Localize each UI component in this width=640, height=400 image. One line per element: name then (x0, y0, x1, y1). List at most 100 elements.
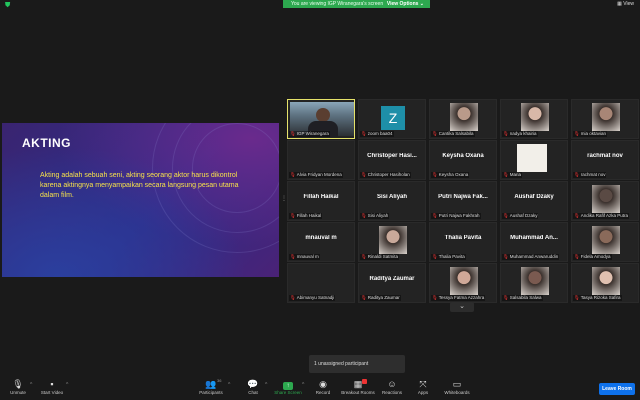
mic-muted-icon: 🎙 (574, 131, 580, 136)
meeting-toolbar: 🎙 Unmute ^ ▪ Start Video ^ 👥 Participant… (0, 376, 640, 400)
participant-name-label: 🎙IGP Wiranegara (289, 131, 330, 137)
participant-name: Andika Rafif Azka Putra (580, 213, 628, 218)
participant-display-name: Putri Najwa Fak... (438, 194, 488, 200)
participant-tile[interactable]: Sisi Aliyah 🎙Sisi Aliyah (358, 181, 426, 221)
shield-icon[interactable]: ⛊ (5, 2, 12, 9)
participant-name-label: 🎙zoom baa04 (360, 131, 394, 137)
participant-tile[interactable]: 🎙Maria (500, 140, 568, 180)
participant-tile[interactable]: Aushaf Dzaky 🎙Aushaf Dzaky (500, 181, 568, 221)
avatar (592, 226, 620, 254)
view-button[interactable]: ▦ View (617, 1, 634, 8)
participants-button[interactable]: 👥 Participants (193, 379, 229, 395)
participant-display-name: mnauval m (305, 235, 337, 241)
unassigned-toast[interactable]: 1 unassigned participant (309, 355, 405, 373)
participant-name: Fillah Haikal (296, 213, 322, 218)
whiteboards-button[interactable]: ▭ Whiteboards (439, 379, 475, 395)
participant-tile[interactable]: 🎙Fidela Amodya (571, 222, 639, 262)
participant-name: Salsabila Salwa (509, 295, 542, 300)
video-off-icon: ▪ (50, 379, 54, 389)
person-figure (316, 108, 330, 122)
apps-button[interactable]: ⤧ Apps (405, 379, 441, 395)
participant-tile[interactable]: 🎙Salsabila Salwa (500, 263, 568, 303)
participant-tile[interactable]: Fillah Haikal 🎙Fillah Haikal (287, 181, 355, 221)
mic-muted-icon: 🎙 (290, 213, 296, 218)
participant-tile[interactable]: Keysha Oxana 🎙Keysha Oxana (429, 140, 497, 180)
participant-tile[interactable]: 🎙Andika Rafif Azka Putra (571, 181, 639, 221)
mic-muted-icon: 🎙 (432, 172, 438, 177)
participant-name: Tasya Rizoka Safira (580, 295, 621, 300)
participant-tile[interactable]: 🎙IGP Wiranegara (287, 99, 355, 139)
participant-name-label: 🎙Aushaf Dzaky (502, 213, 539, 219)
apps-icon: ⤧ (419, 379, 427, 389)
participant-name-label: 🎙Andika Rafif Azka Putra (573, 213, 629, 219)
viewing-text: You are viewing IGP Wiranegara's screen (291, 1, 384, 7)
mic-muted-icon: 🎙 (503, 131, 509, 136)
breakout-rooms-button[interactable]: ▦ Breakout Rooms (340, 379, 376, 395)
grid-icon: ▦ (617, 1, 622, 7)
participant-tile[interactable]: Putri Najwa Fak... 🎙Putri Najwa Fakhrah (429, 181, 497, 221)
mic-muted-icon: 🎙 (574, 172, 580, 177)
start-video-button[interactable]: ▪ Start Video (34, 379, 70, 395)
participant-name: Fidela Amodya (580, 254, 611, 259)
participant-tile[interactable]: 🎙Tessya Fatma Azzahra (429, 263, 497, 303)
participant-tile[interactable]: 🎙Alvia Fridyan Mordena (287, 140, 355, 180)
participant-name: Christoper Hasiholan (367, 172, 410, 177)
resize-handle[interactable]: ⋮ (281, 195, 287, 205)
leave-room-button[interactable]: Leave Room (599, 383, 635, 395)
participant-tile[interactable]: 🎙mia oktavian (571, 99, 639, 139)
participant-name: Keysha Oxana (438, 172, 469, 177)
participant-name: IGP Wiranegara (296, 131, 329, 136)
participant-tile[interactable]: 🎙Cantika Salsabila (429, 99, 497, 139)
next-page-button[interactable]: ⌄ (450, 302, 474, 312)
participant-tile[interactable]: Z 🎙zoom baa04 (358, 99, 426, 139)
view-options-button[interactable]: View Options ⌄ (387, 0, 424, 8)
participant-tile[interactable]: Christoper Hasi... 🎙Christoper Hasiholan (358, 140, 426, 180)
participant-name-label: 🎙mnauval m (289, 254, 320, 260)
participant-name: mnauval m (296, 254, 319, 259)
participant-name-label: 🎙Salsabila Salwa (502, 295, 543, 301)
participant-tile[interactable]: Muhammad An... 🎙Muhammad Anwaruddin (500, 222, 568, 262)
participant-name-label: 🎙mia oktavian (573, 131, 607, 137)
participant-display-name: Raditya Zaumar (369, 276, 415, 282)
chevron-up-icon[interactable]: ^ (302, 382, 304, 388)
participant-name: Abimanyu Satnadji (296, 295, 335, 300)
participant-name: rachmat nov (580, 172, 606, 177)
participant-tile[interactable]: 🎙Tasya Rizoka Safira (571, 263, 639, 303)
participant-name-label: 🎙Fillah Haikal (289, 213, 323, 219)
participant-name-label: 🎙Raditya Zaumar (360, 295, 401, 301)
avatar (379, 226, 407, 254)
mic-muted-icon: 🎙 (361, 213, 367, 218)
participant-display-name: Keysha Oxana (442, 153, 484, 159)
participant-name: Putri Najwa Fakhrah (438, 213, 480, 218)
share-screen-button[interactable]: ↑ Share Screen (270, 379, 306, 395)
mic-muted-icon: 🎙 (432, 213, 438, 218)
chevron-up-icon[interactable]: ^ (265, 382, 267, 388)
participant-name-label: 🎙Maria (502, 172, 522, 178)
participant-tile[interactable]: Thalia Pavita 🎙Thalia Pavita (429, 222, 497, 262)
participants-label: Participants (199, 390, 223, 395)
participant-display-name: Thalia Pavita (444, 235, 482, 241)
record-button[interactable]: ◉ Record (305, 379, 341, 395)
participant-name-label: 🎙Rinaldi Satmita (360, 254, 399, 260)
mic-muted-icon: 🎙 (361, 295, 367, 300)
mic-muted-icon: 🎙 (503, 295, 509, 300)
participant-tile[interactable]: 🎙nadya khairia (500, 99, 568, 139)
mic-muted-icon: 🎙 (574, 295, 580, 300)
chevron-up-icon[interactable]: ^ (30, 382, 32, 388)
participant-tile[interactable]: rachmat nov 🎙rachmat nov (571, 140, 639, 180)
avatar (592, 267, 620, 295)
shared-screen-slide: AKTING Akting adalah sebuah seni, akting… (2, 123, 279, 277)
record-label: Record (315, 390, 331, 395)
participant-name: Maria (509, 172, 521, 177)
share-screen-icon: ↑ (283, 382, 293, 390)
participant-tile[interactable]: mnauval m 🎙mnauval m (287, 222, 355, 262)
chevron-up-icon[interactable]: ^ (66, 382, 68, 388)
top-bar: ⛊ You are viewing IGP Wiranegara's scree… (0, 0, 640, 10)
mic-muted-icon: 🎙 (574, 254, 580, 259)
participant-tile[interactable]: Raditya Zaumar 🎙Raditya Zaumar (358, 263, 426, 303)
record-icon: ◉ (319, 379, 327, 389)
participant-tile[interactable]: 🎙Abimanyu Satnadji (287, 263, 355, 303)
slide-body: Akting adalah sebuah seni, akting seoran… (40, 172, 239, 199)
participant-tile[interactable]: 🎙Rinaldi Satmita (358, 222, 426, 262)
chevron-up-icon[interactable]: ^ (228, 382, 230, 388)
